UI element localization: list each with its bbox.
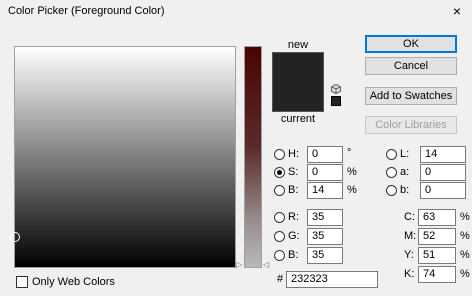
- only-web-colors-checkbox[interactable]: [16, 276, 28, 288]
- b-hsb-unit: %: [347, 184, 357, 196]
- s-unit: %: [347, 166, 357, 178]
- radio-b-lab[interactable]: [386, 185, 397, 196]
- k-input[interactable]: 74: [418, 266, 456, 283]
- h-input[interactable]: 0: [307, 146, 343, 163]
- y-input[interactable]: 51: [418, 247, 456, 264]
- k-unit: %: [460, 268, 470, 280]
- b-rgb-label: B:: [288, 249, 299, 261]
- b-hsb-input[interactable]: 14: [307, 182, 343, 199]
- b-hsb-label: B:: [288, 184, 299, 196]
- b-lab-label: b:: [400, 184, 410, 196]
- m-input[interactable]: 52: [418, 228, 456, 245]
- window-title: Color Picker (Foreground Color): [8, 5, 165, 17]
- cancel-button[interactable]: Cancel: [365, 57, 457, 75]
- l-label: L:: [400, 148, 410, 160]
- k-label: K:: [404, 268, 415, 280]
- b-rgb-input[interactable]: 35: [307, 247, 343, 264]
- new-label: new: [287, 39, 309, 51]
- m-unit: %: [460, 230, 470, 242]
- only-web-colors-label: Only Web Colors: [32, 276, 115, 288]
- g-input[interactable]: 35: [307, 228, 343, 245]
- m-label: M:: [404, 230, 417, 242]
- h-label: H:: [288, 148, 299, 160]
- current-color-swatch[interactable]: [272, 82, 324, 112]
- slider-left-arrow-icon[interactable]: ▷: [236, 261, 242, 269]
- s-label: S:: [288, 166, 299, 178]
- new-color-swatch: [272, 52, 324, 82]
- channel-slider[interactable]: [244, 46, 262, 268]
- radio-b-hsb[interactable]: [274, 185, 285, 196]
- radio-l[interactable]: [386, 149, 397, 160]
- add-to-swatches-button[interactable]: Add to Swatches: [365, 87, 457, 105]
- h-unit: °: [347, 147, 352, 159]
- radio-g[interactable]: [274, 231, 285, 242]
- close-icon[interactable]: ×: [450, 3, 464, 19]
- radio-s[interactable]: [274, 167, 285, 178]
- ok-button[interactable]: OK: [365, 35, 457, 53]
- radio-b-rgb[interactable]: [274, 250, 285, 261]
- current-label: current: [280, 113, 316, 125]
- a-label: a:: [400, 166, 410, 178]
- hex-label: #: [277, 273, 284, 285]
- web-safe-swatch-icon[interactable]: [331, 96, 341, 106]
- radio-a[interactable]: [386, 167, 397, 178]
- gamut-warning-cube-icon[interactable]: [331, 84, 341, 94]
- color-libraries-button[interactable]: Color Libraries: [365, 116, 457, 134]
- slider-right-arrow-icon[interactable]: ◁: [263, 261, 269, 269]
- y-label: Y:: [404, 249, 414, 261]
- b-lab-input[interactable]: 0: [420, 182, 466, 199]
- s-input[interactable]: 0: [307, 164, 343, 181]
- c-input[interactable]: 63: [418, 209, 456, 226]
- r-input[interactable]: 35: [307, 209, 343, 226]
- r-label: R:: [288, 211, 299, 223]
- color-field[interactable]: [14, 46, 236, 268]
- y-unit: %: [460, 249, 470, 261]
- hex-input[interactable]: 232323: [286, 271, 378, 288]
- c-label: C:: [404, 211, 415, 223]
- color-field-marker[interactable]: [10, 232, 20, 242]
- radio-r[interactable]: [274, 212, 285, 223]
- g-label: G:: [288, 230, 300, 242]
- a-input[interactable]: 0: [420, 164, 466, 181]
- l-input[interactable]: 14: [420, 146, 466, 163]
- radio-h[interactable]: [274, 149, 285, 160]
- c-unit: %: [460, 211, 470, 223]
